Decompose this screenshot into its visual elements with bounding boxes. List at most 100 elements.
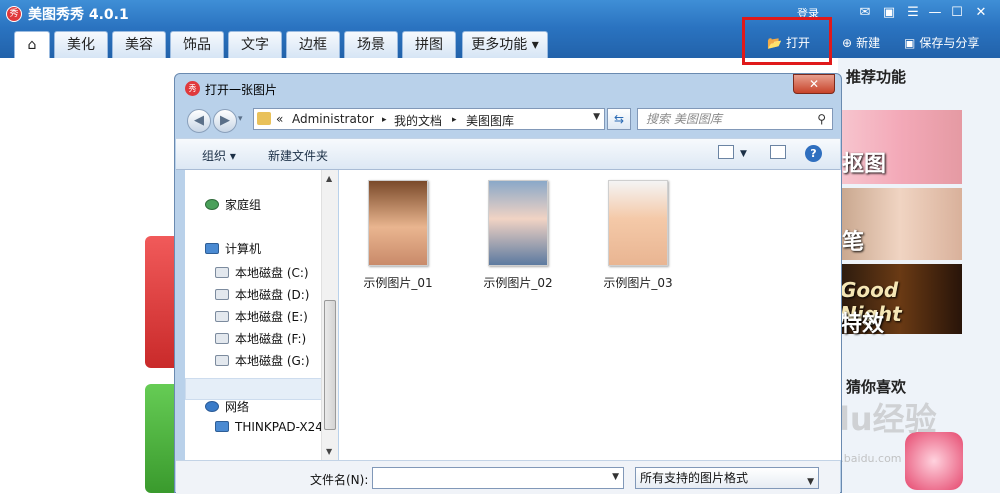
breadcrumb-my-documents[interactable]: 我的文档: [394, 112, 442, 129]
nav-label: 计算机: [225, 242, 262, 256]
new-button[interactable]: ⊕ 新建: [842, 31, 880, 55]
nav-homegroup[interactable]: 家庭组: [205, 196, 261, 213]
homegroup-icon: [205, 199, 219, 210]
new-folder-button[interactable]: 新建文件夹: [268, 147, 328, 164]
nav-drive-d[interactable]: 本地磁盘 (D:): [215, 286, 309, 303]
maximize-icon[interactable]: ☐: [948, 4, 966, 22]
drive-icon: [215, 355, 229, 366]
tab-text[interactable]: 文字: [228, 31, 282, 58]
tab-home[interactable]: ⌂: [14, 31, 50, 58]
file-thumbnail: [488, 180, 548, 266]
dialog-toolbar: 组织 ▾ 新建文件夹 ▼ ?: [176, 138, 840, 170]
file-item[interactable]: 示例图片_02: [483, 180, 553, 291]
filename-label: 文件名(N):: [310, 473, 369, 487]
file-list: 示例图片_01 示例图片_02 示例图片_03: [339, 170, 841, 460]
app-title: 美图秀秀 4.0.1: [28, 7, 129, 23]
search-placeholder: 搜索 美图图库: [646, 112, 722, 126]
tab-scene[interactable]: 场景: [344, 31, 398, 58]
filename-input[interactable]: ▼: [372, 467, 624, 489]
forward-button[interactable]: ▶: [213, 109, 237, 133]
breadcrumb-separator[interactable]: ▸: [452, 115, 457, 125]
close-icon[interactable]: ✕: [972, 4, 990, 22]
arrow-right-icon: ▶: [220, 113, 230, 128]
tab-bar: ⌂ 美化 美容 饰品 文字 边框 场景 拼图 更多功能 ▾ 📂 打开 ⊕ 新建 ▣ 保…: [0, 28, 1000, 58]
nav-drive-c[interactable]: 本地磁盘 (C:): [215, 264, 309, 281]
recommend-thumb-cutout[interactable]: 抠图: [838, 110, 962, 184]
file-item[interactable]: 示例图片_03: [603, 180, 673, 291]
breadcrumb-overflow[interactable]: «: [276, 112, 283, 126]
tab-beauty[interactable]: 美容: [112, 31, 166, 58]
tab-beautify[interactable]: 美化: [54, 31, 108, 58]
file-type-select[interactable]: 所有支持的图片格式 ▼: [635, 467, 819, 489]
message-icon[interactable]: ✉: [856, 4, 874, 22]
tab-collage[interactable]: 拼图: [402, 31, 456, 58]
organize-menu[interactable]: 组织 ▾: [202, 147, 236, 164]
chevron-down-icon[interactable]: ▼: [593, 112, 600, 122]
save-share-label: 保存与分享: [919, 36, 980, 50]
file-item[interactable]: 示例图片_01: [363, 180, 433, 291]
folder-icon: [257, 112, 271, 125]
search-input[interactable]: 搜索 美图图库 ⚲: [637, 108, 833, 130]
nav-network[interactable]: 网络: [205, 398, 249, 415]
selected-highlight: [185, 378, 325, 400]
open-button-highlight: [742, 17, 832, 65]
nav-network-pc[interactable]: THINKPAD-X24: [215, 420, 323, 434]
address-bar[interactable]: « Administrator ▸ 我的文档 ▸ 美图图库 ▼: [253, 108, 605, 130]
nav-computer[interactable]: 计算机: [205, 240, 261, 257]
nav-drive-f[interactable]: 本地磁盘 (F:): [215, 330, 306, 347]
dialog-logo-icon: 秀: [185, 81, 200, 96]
plus-icon: ⊕: [842, 36, 853, 50]
new-button-label: 新建: [856, 36, 881, 50]
drive-icon: [215, 311, 229, 322]
recommend-heading: 推荐功能: [846, 68, 907, 86]
recommend-thumb-effects[interactable]: Good Night 特效: [838, 264, 962, 337]
thumb-label: 特效: [840, 312, 885, 337]
home-icon: ⌂: [27, 37, 37, 53]
tab-accessories[interactable]: 饰品: [170, 31, 224, 58]
skin-icon[interactable]: ▣: [880, 4, 898, 22]
save-icon: ▣: [904, 36, 916, 50]
search-icon: ⚲: [817, 112, 826, 126]
nav-label: 本地磁盘 (F:): [235, 332, 307, 346]
help-icon[interactable]: ?: [805, 145, 822, 162]
drive-icon: [215, 289, 229, 300]
scroll-down-icon[interactable]: ▼: [326, 447, 332, 456]
dialog-title: 打开一张图片: [205, 83, 278, 97]
tab-frame[interactable]: 边框: [286, 31, 340, 58]
scroll-up-icon[interactable]: ▲: [326, 174, 332, 183]
recommend-thumb-brush[interactable]: 笔: [838, 188, 962, 260]
save-share-button[interactable]: ▣ 保存与分享: [904, 31, 979, 55]
breadcrumb-administrator[interactable]: Administrator: [292, 112, 374, 126]
drive-icon: [215, 267, 229, 278]
minimize-icon[interactable]: —: [926, 4, 944, 22]
thumb-label: 抠图: [842, 152, 887, 177]
nav-drive-e[interactable]: 本地磁盘 (E:): [215, 308, 308, 325]
chevron-down-icon[interactable]: ▼: [612, 472, 619, 482]
dialog-close-button[interactable]: ✕: [793, 74, 835, 94]
nav-label: 本地磁盘 (E:): [235, 310, 308, 324]
refresh-button[interactable]: ⇆: [607, 108, 631, 130]
computer-icon: [215, 421, 229, 432]
menu-icon[interactable]: ☰: [904, 4, 922, 22]
view-options-icon[interactable]: [718, 145, 734, 159]
back-button[interactable]: ◀: [187, 109, 211, 133]
chevron-down-icon: ▼: [807, 477, 814, 487]
chevron-down-icon[interactable]: ▼: [740, 149, 747, 159]
file-type-value: 所有支持的图片格式: [640, 471, 749, 485]
nav-scrollbar[interactable]: ▲ ▼: [321, 170, 338, 460]
breadcrumb-meitu-library[interactable]: 美图图库: [466, 112, 514, 129]
dialog-bottom-bar: 文件名(N): ▼ 所有支持的图片格式 ▼: [176, 460, 840, 494]
computer-icon: [205, 243, 219, 254]
scroll-thumb[interactable]: [324, 300, 336, 430]
recent-locations-dropdown[interactable]: ▾: [238, 114, 243, 124]
nav-drive-g[interactable]: 本地磁盘 (G:): [215, 352, 310, 369]
tab-more-label: 更多功能: [471, 37, 528, 53]
camera-app-icon[interactable]: [905, 432, 963, 490]
preview-pane-icon[interactable]: [770, 145, 786, 159]
file-thumbnail: [608, 180, 668, 266]
open-file-dialog: 秀 打开一张图片 ✕ ◀ ▶ ▾ « Administrator ▸ 我的文档 …: [174, 73, 842, 494]
tab-more[interactable]: 更多功能 ▾: [462, 31, 548, 58]
chevron-down-icon: ▾: [531, 37, 539, 53]
breadcrumb-separator[interactable]: ▸: [382, 115, 387, 125]
app-logo-icon: 秀: [6, 6, 22, 22]
